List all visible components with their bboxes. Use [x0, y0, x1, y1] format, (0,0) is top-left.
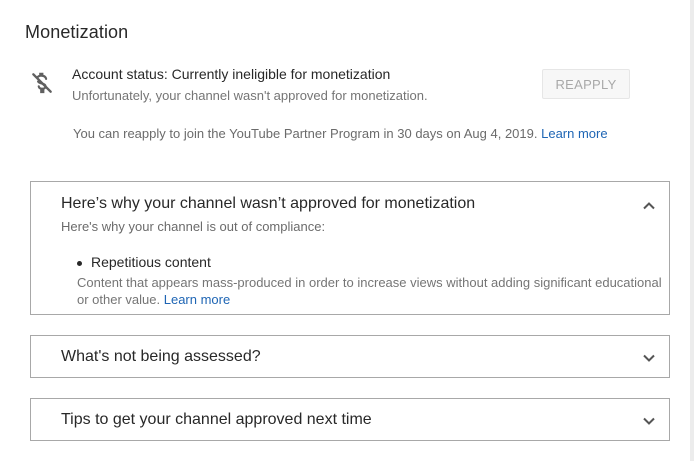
reason-description: Content that appears mass-produced in or… [77, 274, 669, 308]
chevron-up-icon[interactable] [641, 198, 657, 214]
learn-more-link[interactable]: Learn more [541, 126, 607, 141]
panel-not-assessed[interactable]: What's not being assessed? [30, 335, 670, 378]
reapply-button[interactable]: REAPPLY [542, 69, 630, 99]
panel-tips[interactable]: Tips to get your channel approved next t… [30, 398, 670, 441]
panel-title: Here’s why your channel wasn’t approved … [61, 195, 476, 212]
reason-learn-more-link[interactable]: Learn more [164, 292, 230, 307]
panel-why-not-approved[interactable]: Here’s why your channel wasn’t approved … [30, 181, 670, 315]
account-status-subtext: Unfortunately, your channel wasn't appro… [72, 88, 428, 103]
reapply-info: You can reapply to join the YouTube Part… [73, 126, 608, 141]
no-dollar-icon [32, 72, 52, 94]
monetization-page: Monetization Account status: Currently i… [0, 0, 694, 461]
section-title: Monetization [25, 22, 129, 42]
panel-title: Tips to get your channel approved next t… [61, 411, 372, 428]
scrollbar-track[interactable] [690, 0, 694, 461]
panel-title: What's not being assessed? [61, 348, 261, 365]
account-status-text: Account status: Currently ineligible for… [72, 66, 391, 82]
panel-subtitle: Here's why your channel is out of compli… [61, 219, 326, 234]
reason-title: Repetitious content [91, 254, 211, 270]
bullet-icon [77, 261, 82, 266]
reapply-info-text: You can reapply to join the YouTube Part… [73, 126, 538, 141]
chevron-down-icon[interactable] [641, 413, 657, 429]
chevron-down-icon[interactable] [641, 350, 657, 366]
